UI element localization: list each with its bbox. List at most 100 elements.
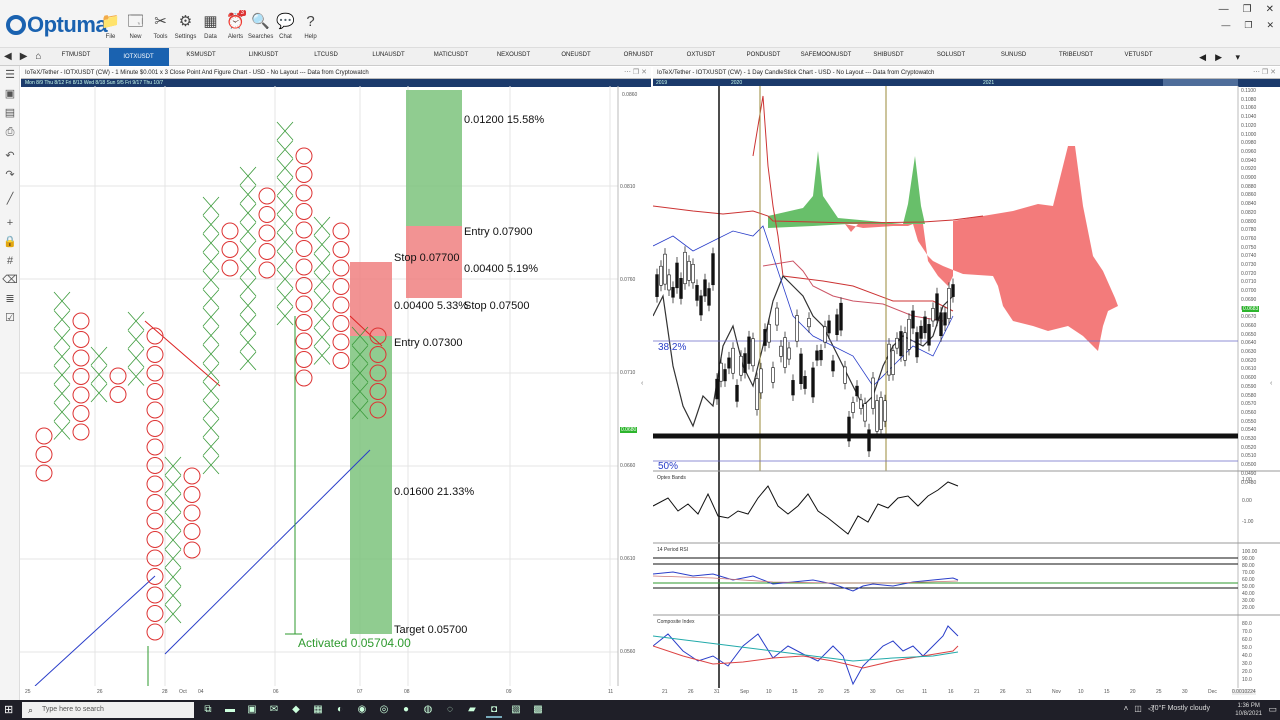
grid-icon[interactable]: # [0,252,20,271]
point-figure-chart[interactable] [20,86,650,686]
stop1-label: Stop 0.07700 [394,252,460,264]
tab-iotxusdt[interactable]: IOTXUSDT [108,48,169,66]
candle-body [851,402,855,413]
home-icon[interactable]: ⌂ [35,51,41,62]
tab-shibusdt[interactable]: SHIBUSDT [859,52,919,58]
save-icon[interactable]: ▤ [0,104,20,123]
tab-safemoonusdt[interactable]: SAFEMOONUSDT [796,52,856,58]
tab-linkusdt[interactable]: LINKUSDT [234,52,294,58]
app-icon[interactable]: ◌ [442,702,458,718]
left-panel-collapse-icon[interactable]: ‹ [641,380,643,387]
tab-ftmusdt[interactable]: FTMUSDT [46,52,106,58]
tab-scroll-left-icon[interactable]: ◀ [1199,52,1206,63]
tab-oxtusdt[interactable]: OXTUSDT [671,52,731,58]
checklist-icon[interactable]: ☑ [0,309,20,328]
draw-line-icon[interactable]: ╱ [0,190,20,209]
app-icon[interactable]: ▩ [530,702,546,718]
doc-close-icon[interactable]: ✕ [1266,20,1274,31]
pf-o-mark [332,222,350,240]
edge-browser-icon[interactable]: ◐ [332,702,348,718]
toolbar-new-button[interactable]: 🗔 New [123,10,148,46]
pf-o-mark [72,405,90,422]
tab-ltcusd[interactable]: LTCUSD [296,52,356,58]
candle-body [799,353,803,384]
minimize-icon[interactable]: — [1219,4,1229,15]
open-folder-icon[interactable]: ▣ [0,85,20,104]
tab-pondusdt[interactable]: PONDUSDT [734,52,794,58]
tab-sunusd[interactable]: SUNUSD [984,52,1044,58]
taskbar-search-box[interactable]: ⌕ Type here to search [22,702,194,718]
tab-solusdt[interactable]: SOLUSDT [921,52,981,58]
print-icon[interactable]: ⎙ [0,123,20,142]
close-icon[interactable]: ✕ [1266,4,1274,15]
volume-icon[interactable]: ◁ [1148,704,1154,713]
app-icon[interactable]: ◎ [376,702,392,718]
back-arrow-icon[interactable]: ◀ [4,51,12,62]
redo-icon[interactable]: ↷ [0,166,20,185]
toolbar-tools-button[interactable]: ✂ Tools [148,10,173,46]
calculator-icon[interactable]: ▦ [310,702,326,718]
candle-body [695,285,699,301]
optuma-taskbar-icon[interactable]: ◘ [486,702,502,718]
tab-ornusdt[interactable]: ORNUSDT [609,52,669,58]
left-x-tick: 09 [506,689,512,695]
toolbar-help-button[interactable]: ? Help [298,10,323,46]
chrome-icon[interactable]: ◉ [354,702,370,718]
pf-o-mark [72,386,90,404]
pf-x-mark [202,289,220,308]
brave-browser-icon[interactable]: ◆ [288,702,304,718]
eraser-icon[interactable]: ⌫ [0,271,20,290]
app-icon[interactable]: ▧ [508,702,524,718]
app-icon[interactable]: ◍ [420,702,436,718]
right-x-tick: 20 [1130,689,1136,695]
forward-arrow-icon[interactable]: ▶ [20,51,28,62]
file-explorer-icon[interactable]: ▬ [222,702,238,718]
weather-widget[interactable]: 70°F Mostly cloudy [1151,705,1210,712]
candle-body [723,369,727,382]
undo-icon[interactable]: ↶ [0,147,20,166]
store-icon[interactable]: ▣ [244,702,260,718]
tab-scroll-right-icon[interactable]: ▶ [1215,52,1222,63]
task-view-icon[interactable]: ⧉ [200,702,216,718]
app-icon[interactable]: ▰ [464,702,480,718]
windows-start-icon[interactable]: ⊞ [4,703,13,716]
doc-minimize-icon[interactable]: — [1221,20,1230,31]
toolbar-alerts-button[interactable]: ⏰ 3 Alerts [223,10,248,46]
app-icon[interactable]: ● [398,702,414,718]
new-window-icon: 🗔 [127,13,144,30]
right-panel-collapse-icon[interactable]: ‹ [1270,380,1272,387]
tab-vetusdt[interactable]: VETUSDT [1109,52,1169,58]
right-panel-controls[interactable]: ⋯ ❐ ✕ [1253,67,1276,78]
tab-ksmusdt[interactable]: KSMUSDT [171,52,231,58]
toolbar-searches-button[interactable]: 🔍 Searches [248,10,273,46]
doc-restore-icon[interactable]: ❐ [1244,20,1252,31]
candlestick-chart[interactable] [653,86,1280,688]
toolbar-file-button[interactable]: 📁 File [98,10,123,46]
toolbar-settings-button[interactable]: ⚙ Settings [173,10,198,46]
crosshair-icon[interactable]: + [0,214,20,233]
mail-icon[interactable]: ✉ [266,702,282,718]
right-price-tick: 0.0500 [1241,462,1257,469]
tab-lunausdt[interactable]: LUNAUSDT [359,52,419,58]
tab-nexousdt[interactable]: NEXOUSDT [484,52,544,58]
tray-chevron-icon[interactable]: ˄ [1124,704,1129,713]
right-current-price: 0.0683 [1242,306,1260,312]
toolbar-chat-button[interactable]: 💬 Chat [273,10,298,46]
left-panel-controls[interactable]: ⋯ ❐ ✕ [624,67,647,78]
tab-list-icon[interactable]: ▾ [1235,52,1240,63]
lock-icon[interactable]: 🔒 [0,233,20,252]
tab-oneusdt[interactable]: ONEUSDT [546,52,606,58]
tab-tribeusdt[interactable]: TRIBEUSDT [1046,52,1106,58]
pf-o-mark [295,166,313,183]
layers-icon[interactable]: ≣ [0,290,20,309]
indicator-axis-tick: 20.0 [1242,669,1252,675]
restore-icon[interactable]: ❐ [1243,4,1252,15]
menu-list-icon[interactable]: ☰ [0,66,20,85]
indicator-axis-tick: 70.00 [1242,570,1255,576]
tab-maticusdt[interactable]: MATICUSDT [421,52,481,58]
notification-icon[interactable]: ▭ [1268,704,1277,715]
toolbar-data-button[interactable]: ▦ Data [198,10,223,46]
network-icon[interactable]: ◫ [1134,704,1142,713]
candle-body [795,315,799,342]
taskbar-clock[interactable]: 1:36 PM 10/8/2021 [1235,702,1262,718]
